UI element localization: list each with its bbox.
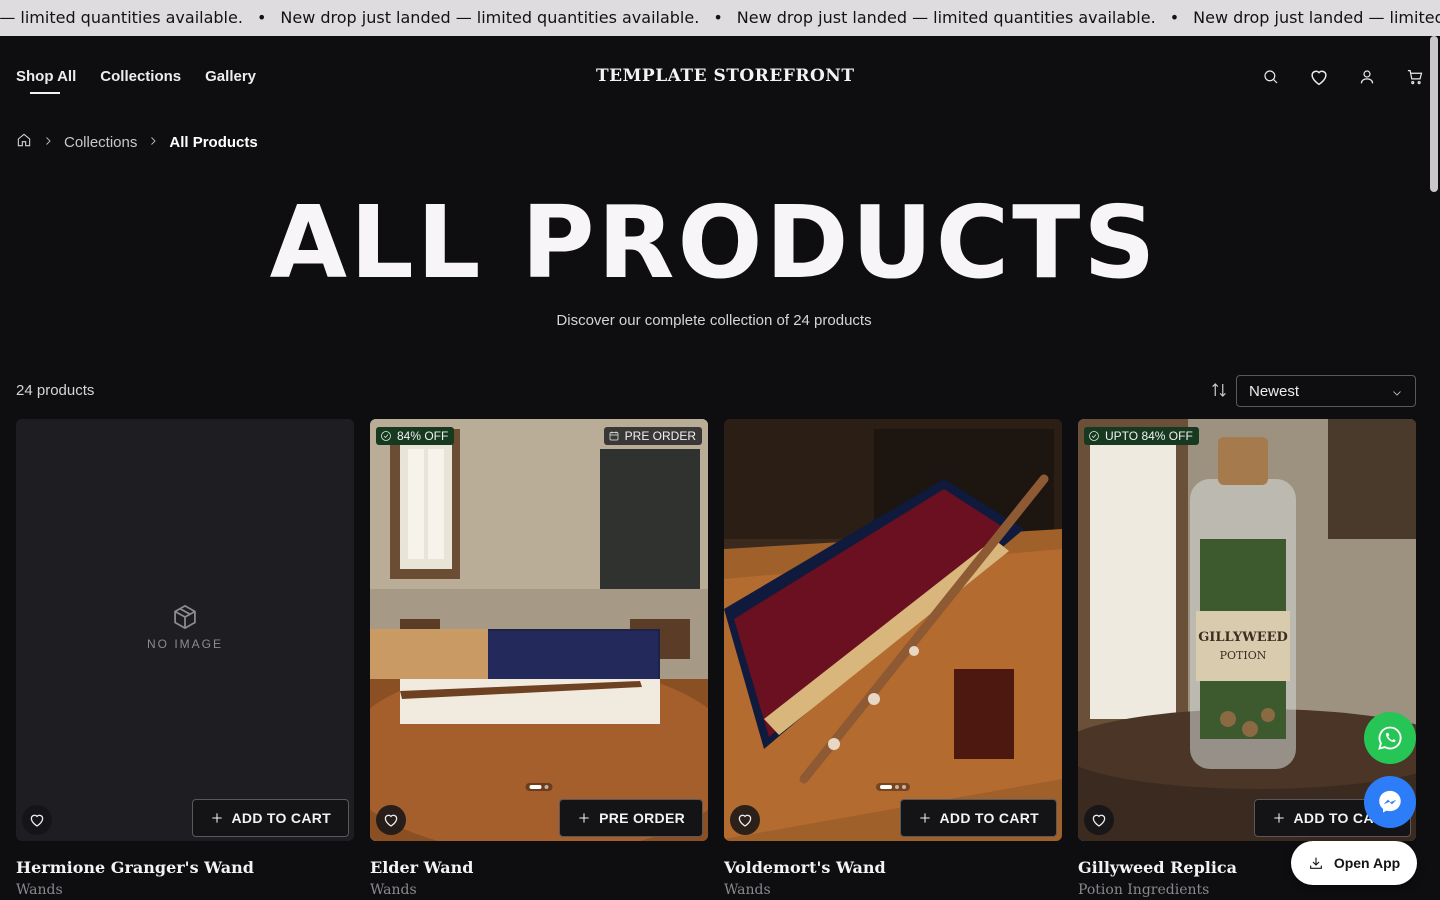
product-image: GILLYWEED POTION: [1078, 419, 1416, 841]
product-count: 24 products: [16, 382, 95, 399]
plus-icon: [211, 813, 222, 823]
nav-shop-all[interactable]: Shop All: [16, 68, 76, 94]
product-name[interactable]: Elder Wand: [370, 858, 473, 877]
plus-icon: [919, 813, 930, 823]
announcement-separator: •: [1169, 8, 1180, 27]
badge-check-icon: [381, 431, 391, 441]
badge-label: 84% OFF: [397, 429, 449, 443]
whatsapp-icon: [1378, 726, 1402, 750]
wishlist-button[interactable]: [22, 805, 52, 835]
button-label: PRE ORDER: [599, 810, 685, 826]
breadcrumb-current: All Products: [169, 133, 258, 151]
badge-label: UPTO 84% OFF: [1105, 429, 1193, 443]
add-to-cart-button[interactable]: ADD TO CART: [899, 799, 1057, 837]
carousel-dot[interactable]: [544, 785, 549, 789]
brand-logo[interactable]: TEMPLATE STOREFRONT: [596, 66, 854, 86]
product-card[interactable]: NO IMAGE ADD TO CART: [16, 419, 354, 841]
heart-icon: [1092, 814, 1106, 827]
announcement-bar: New drop just landed — limited quantitie…: [0, 0, 1440, 36]
main-nav: Shop All Collections Gallery: [16, 68, 256, 94]
carousel-dot[interactable]: [529, 785, 542, 789]
whatsapp-button[interactable]: [1364, 712, 1416, 764]
product-category: Wands: [16, 882, 63, 898]
open-app-button[interactable]: Open App: [1291, 841, 1417, 885]
jar-label: POTION: [1220, 649, 1267, 662]
button-label: Open App: [1333, 855, 1401, 871]
scrollbar-thumb[interactable]: [1430, 36, 1438, 192]
discount-badge: 84% OFF: [376, 427, 455, 445]
announcement-text: New drop just landed — limited quantitie…: [736, 8, 1156, 27]
chevron-right-icon: [147, 134, 159, 151]
site-header: Shop All Collections Gallery TEMPLATE ST…: [0, 36, 1428, 116]
sort-icon: [1210, 381, 1228, 404]
package-icon: [174, 604, 196, 630]
heart-icon: [738, 814, 752, 827]
jar-label: GILLYWEED: [1198, 630, 1288, 645]
calendar-icon: [609, 431, 619, 441]
messenger-icon: [1379, 790, 1401, 813]
product-card[interactable]: 84% OFF PRE ORDER PRE ORDER: [370, 419, 708, 841]
page-title: ALL PRODUCTS: [269, 184, 1159, 301]
discount-badge: UPTO 84% OFF: [1084, 427, 1199, 445]
product-image: [370, 419, 708, 841]
chevron-right-icon: [42, 134, 54, 151]
image-carousel-dots[interactable]: [876, 783, 910, 791]
carousel-dot[interactable]: [880, 785, 892, 789]
nav-gallery[interactable]: Gallery: [205, 68, 256, 85]
carousel-dot[interactable]: [895, 785, 899, 789]
no-image-label: NO IMAGE: [146, 637, 223, 651]
product-name[interactable]: Voldemort's Wand: [724, 858, 886, 877]
announcement-text: New drop just landed — limited quantitie…: [1193, 8, 1440, 27]
button-label: ADD TO CART: [939, 810, 1039, 826]
wishlist-button[interactable]: [730, 805, 760, 835]
product-category: Potion Ingredients: [1078, 882, 1210, 898]
announcement-text: New drop just landed — limited quantitie…: [0, 8, 243, 27]
product-category: Wands: [370, 882, 417, 898]
badge-label: PRE ORDER: [624, 429, 696, 443]
preorder-badge: PRE ORDER: [603, 427, 702, 445]
product-name[interactable]: Hermione Granger's Wand: [16, 858, 254, 877]
pre-order-button[interactable]: PRE ORDER: [559, 799, 703, 837]
product-card[interactable]: ADD TO CART: [724, 419, 1062, 841]
search-icon[interactable]: [1258, 64, 1284, 90]
messenger-button[interactable]: [1364, 776, 1416, 828]
plus-icon: [1273, 813, 1284, 823]
carousel-dot[interactable]: [902, 785, 906, 789]
chevron-down-icon: [1391, 386, 1403, 403]
breadcrumb: Collections All Products: [16, 132, 258, 152]
plus-icon: [579, 813, 589, 823]
announcement-separator: •: [713, 8, 723, 27]
page-scrollbar[interactable]: [1428, 36, 1440, 900]
page-subtitle: Discover our complete collection of 24 p…: [556, 312, 872, 329]
cart-icon[interactable]: [1402, 64, 1428, 90]
badge-check-icon: [1089, 431, 1099, 441]
product-image-placeholder: NO IMAGE: [16, 419, 354, 841]
home-icon[interactable]: [16, 132, 32, 152]
header-actions: [1258, 64, 1428, 90]
image-carousel-dots[interactable]: [525, 783, 553, 791]
heart-icon: [30, 814, 44, 827]
product-category: Wands: [724, 882, 771, 898]
wishlist-button[interactable]: [376, 805, 406, 835]
button-label: ADD TO CART: [231, 810, 331, 826]
product-image: [724, 419, 1062, 841]
user-icon[interactable]: [1354, 64, 1380, 90]
add-to-cart-button[interactable]: ADD TO CART: [191, 799, 349, 837]
heart-icon: [384, 814, 398, 827]
announcement-separator: •: [256, 8, 267, 27]
wishlist-button[interactable]: [1084, 805, 1114, 835]
heart-icon[interactable]: [1306, 64, 1332, 90]
download-icon: [1309, 857, 1322, 869]
nav-collections[interactable]: Collections: [100, 68, 181, 85]
product-card[interactable]: GILLYWEED POTION UPTO 84% OFF ADD TO CAR…: [1078, 419, 1416, 841]
breadcrumb-collections[interactable]: Collections: [64, 134, 137, 151]
sort-dropdown[interactable]: Newest: [1236, 375, 1416, 407]
product-name[interactable]: Gillyweed Replica: [1078, 858, 1237, 877]
announcement-text: New drop just landed — limited quantitie…: [280, 8, 700, 27]
sort-value: Newest: [1249, 383, 1300, 400]
